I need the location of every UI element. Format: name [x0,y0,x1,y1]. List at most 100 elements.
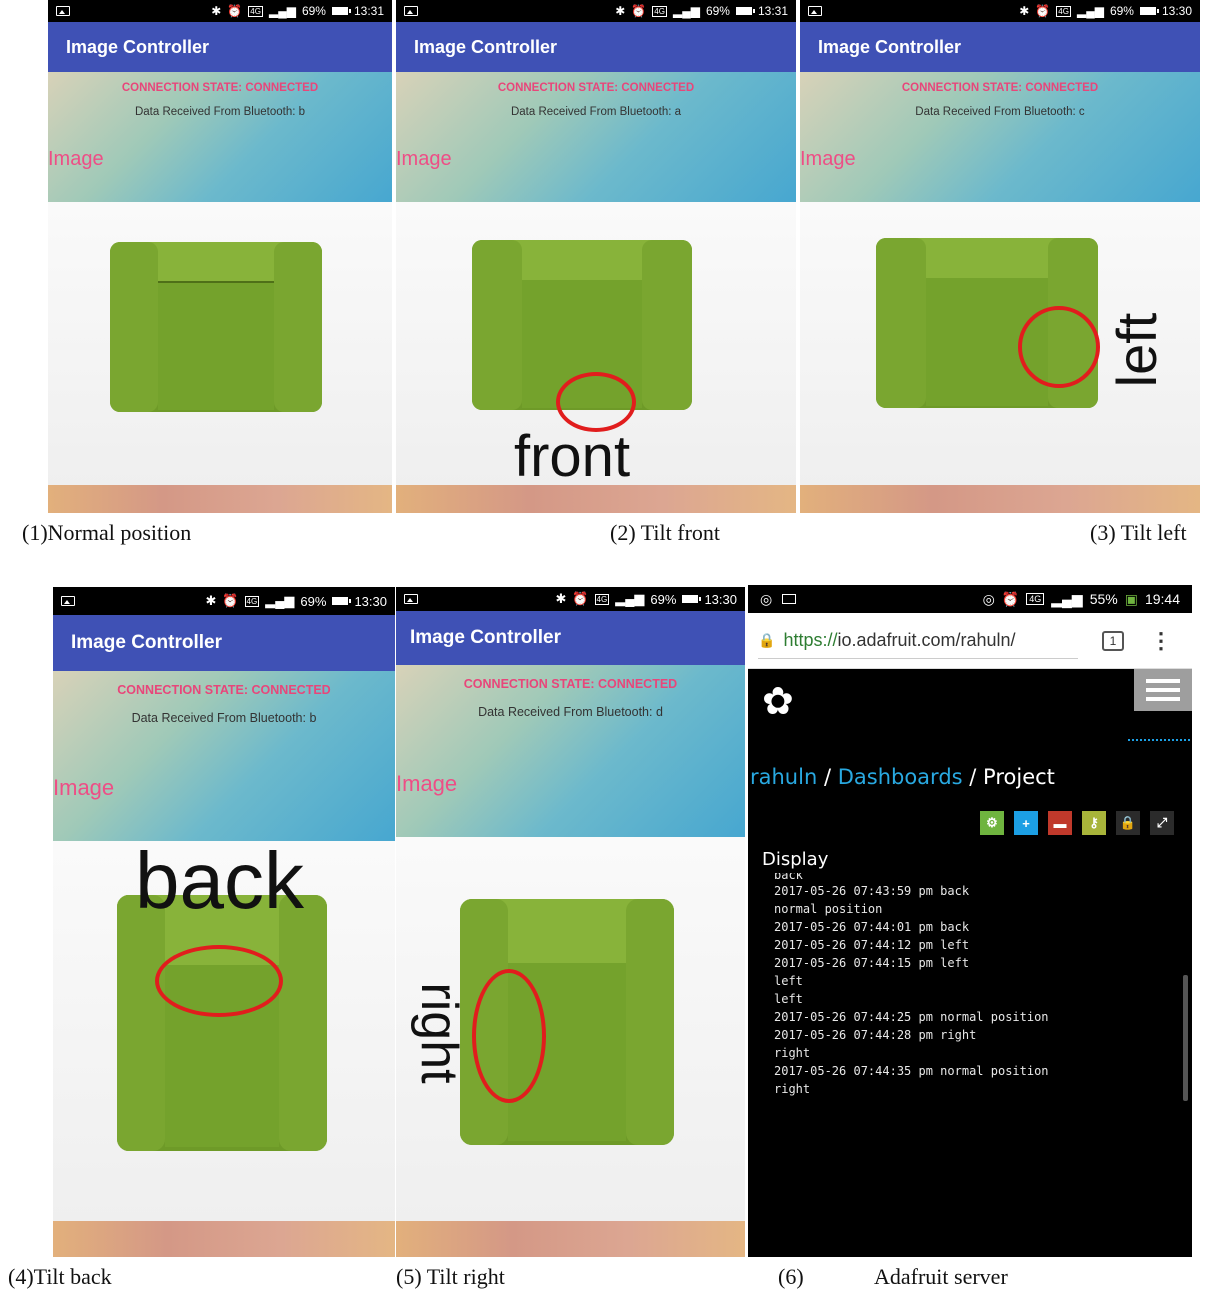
breadcrumb-separator: / [969,765,977,789]
tab-count-button[interactable]: 1 [1102,630,1124,651]
armchair-image [110,242,322,412]
caption-5: (5) Tilt right [396,1264,505,1289]
network-badge: 4G [652,5,667,17]
battery-icon [682,595,702,603]
battery-percent: 69% [301,4,326,18]
url-scheme: https:// [783,629,838,650]
gallery-icon [404,594,418,604]
key-button[interactable]: ⚷ [1082,811,1106,835]
settings-button[interactable]: ⚙ [980,811,1004,835]
gallery-icon [61,596,75,606]
phone-screenshot-6: ◎ ◎ ⏰ 4G ▂▄▆ 55% ▣ 19:44 🔒 https://io.ad… [748,585,1192,1257]
bluetooth-data-text: Data Received From Bluetooth: c [915,106,1085,118]
bottom-strip [396,1221,745,1257]
network-badge: 4G [248,5,263,17]
connection-state: CONNECTION STATE: CONNECTED [901,82,1099,94]
hamburger-menu-icon[interactable] [1134,669,1192,711]
log-line: right [774,1082,811,1096]
alarm-icon: ⏰ [227,4,243,18]
header-panel: CONNECTION STATE: CONNECTED Data Receive… [800,72,1200,202]
log-line: left [774,974,803,988]
battery-charging-icon: ▣ [1124,590,1138,607]
tilt-marker-circle [1018,306,1100,388]
app-title: Image Controller [800,22,1200,72]
image-label: Image [396,771,458,796]
browser-url-bar: 🔒 https://io.adafruit.com/rahuln/ 1 ⋮ [748,613,1192,669]
text-log: back 2017-05-26 07:43:59 pm back normal po… [774,873,1174,1199]
alarm-icon: ⏰ [631,4,647,18]
caption-2: (2) Tilt front [610,520,721,545]
header-panel: CONNECTION STATE: CONNECTED Data Receive… [396,665,745,837]
caption-6-number: (6) [778,1264,804,1289]
bottom-strip [48,485,392,513]
add-block-button[interactable]: + [1014,811,1038,835]
bottom-strip [396,485,796,513]
app-title: Image Controller [53,615,395,671]
log-line: 2017-05-26 07:44:35 pm normal position [774,1064,1049,1078]
network-badge: 4G [1056,5,1071,17]
signal-icon: ▂▄▆ [615,591,645,606]
fullscreen-button[interactable]: ⤢ [1150,811,1174,835]
breadcrumb-project: Project [983,765,1055,789]
status-bar: ✱ ⏰ 4G ▂▄▆ 69% 13:30 [800,0,1200,22]
log-line: left [774,992,803,1006]
bluetooth-data-text: Data Received From Bluetooth: a [510,106,682,118]
breadcrumb-separator: / [823,765,832,789]
bluetooth-icon: ✱ [555,591,567,606]
log-line: 2017-05-26 07:44:25 pm normal position [774,1010,1049,1024]
status-bar: ✱ ⏰ 4G ▂▄▆ 69% 13:30 [53,587,395,615]
network-badge: 4G [1026,593,1045,605]
log-line: normal position [774,902,883,916]
phone-screenshot-3: ✱ ⏰ 4G ▂▄▆ 69% 13:30 Image Controller CO… [800,0,1200,513]
network-badge: 4G [244,595,260,607]
bluetooth-icon: ✱ [211,4,222,18]
battery-percent: 69% [650,591,677,607]
connection-state: CONNECTION STATE: CONNECTED [121,82,319,94]
scrollbar[interactable] [1183,975,1188,1101]
app-title: Image Controller [396,611,745,665]
connection-state: CONNECTION STATE: CONNECTED [497,82,695,94]
bluetooth-data-text: Data Received From Bluetooth: b [134,106,306,118]
log-line: back [774,873,803,882]
signal-icon: ▂▄▆ [672,4,700,18]
phone-screenshot-4: ✱ ⏰ 4G ▂▄▆ 69% 13:30 Image Controller CO… [53,587,395,1257]
signal-icon: ▂▄▆ [1051,590,1083,607]
signal-icon: ▂▄▆ [265,593,295,608]
alarm-icon: ⏰ [1001,590,1020,607]
breadcrumb: rahuln / Dashboards / Project [750,765,1055,789]
tilt-direction-label: back [135,836,304,925]
app-title: Image Controller [396,22,796,72]
delete-button[interactable]: ▬ [1048,811,1072,835]
dashboard-page: ✿ rahuln / Dashboards / Project ⚙ + ▬ ⚷ … [748,669,1192,1257]
tilt-marker-circle [472,969,546,1103]
bluetooth-data-text: Data Received From Bluetooth: d [478,705,663,719]
connection-state: CONNECTION STATE: CONNECTED [463,677,678,691]
alarm-icon: ⏰ [222,593,239,608]
lock-icon: 🔒 [758,631,776,648]
breadcrumb-user[interactable]: rahuln [750,765,817,789]
menu-more-icon[interactable]: ⋮ [1150,628,1172,654]
hotspot-icon: ◎ [760,590,773,607]
url-field[interactable]: 🔒 https://io.adafruit.com/rahuln/ [758,623,1078,659]
log-line: 2017-05-26 07:44:12 pm left [774,938,970,952]
gallery-icon [56,6,70,16]
image-view [48,202,392,513]
image-label: Image [48,148,104,170]
tilt-direction-label: front [514,424,631,489]
caption-1: (1)Normal position [22,520,192,545]
log-line: 2017-05-26 07:43:59 pm back [774,884,970,898]
header-divider [1128,739,1192,741]
caption-6-text: Adafruit server [874,1264,1008,1289]
breadcrumb-dashboards[interactable]: Dashboards [838,765,963,789]
header-panel: CONNECTION STATE: CONNECTED Data Receive… [53,671,395,841]
battery-percent: 55% [1089,591,1118,607]
image-view: back [53,841,395,1257]
battery-percent: 69% [300,593,327,609]
tilt-marker-circle [155,945,283,1017]
lock-button[interactable]: 🔒 [1116,811,1140,835]
adafruit-logo-icon[interactable]: ✿ [762,679,794,724]
bluetooth-icon: ✱ [615,4,626,18]
gallery-icon [404,6,418,16]
bluetooth-icon: ✱ [205,593,217,608]
battery-icon [735,7,755,15]
